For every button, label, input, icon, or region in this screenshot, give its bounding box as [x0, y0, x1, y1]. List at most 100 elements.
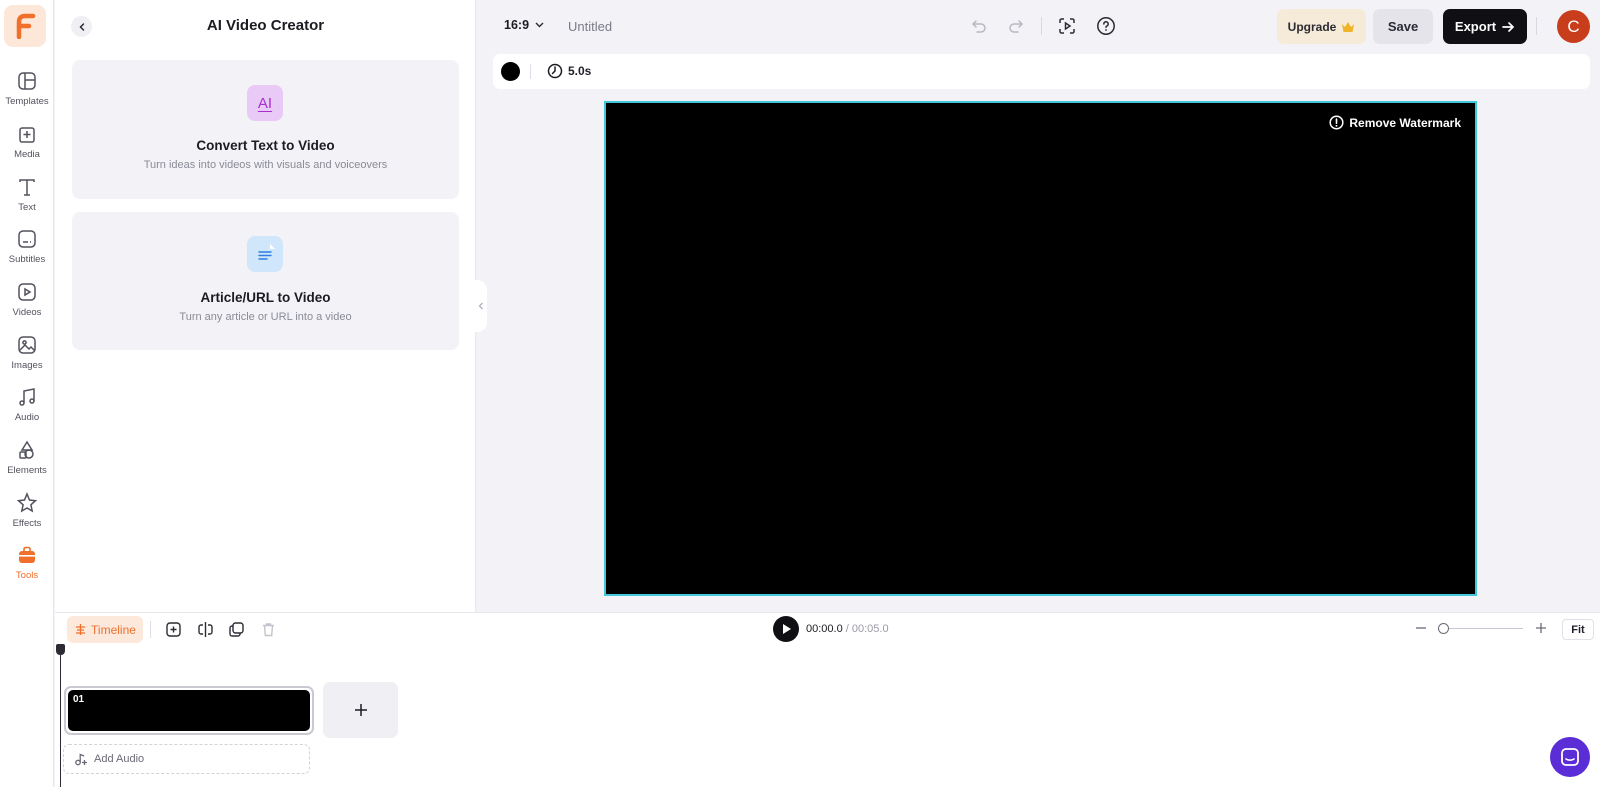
rail-item-label: Media	[14, 149, 40, 160]
convert-text-to-video-card[interactable]: AI Convert Text to Video Turn ideas into…	[72, 60, 459, 199]
scene-clip[interactable]: 01	[64, 686, 314, 735]
play-button[interactable]	[773, 616, 799, 642]
rail-item-elements[interactable]: Elements	[0, 436, 54, 482]
rail-item-label: Images	[11, 360, 43, 371]
shapes-icon	[16, 439, 38, 461]
add-audio-button[interactable]: Add Audio	[63, 744, 310, 774]
clock-icon	[547, 63, 563, 79]
playhead-handle[interactable]	[56, 644, 65, 655]
user-avatar[interactable]: C	[1557, 10, 1590, 43]
duration-value: 5.0s	[568, 64, 592, 78]
subtitles-icon	[16, 228, 38, 250]
background-color-swatch[interactable]	[501, 62, 520, 81]
crown-icon	[1342, 21, 1355, 32]
aspect-ratio-value: 16:9	[504, 18, 530, 32]
add-audio-label: Add Audio	[94, 753, 145, 765]
add-scene-tool-button[interactable]	[163, 619, 183, 639]
plus-icon	[354, 704, 367, 716]
timeline-divider	[150, 621, 151, 638]
card-title: Convert Text to Video	[196, 138, 335, 153]
delete-button[interactable]	[258, 619, 278, 639]
chevron-down-icon	[535, 22, 544, 28]
plus-icon	[1536, 623, 1546, 633]
preview-play-icon	[1059, 18, 1075, 34]
duplicate-button[interactable]	[226, 619, 246, 639]
export-button[interactable]: Export	[1443, 9, 1527, 44]
rail-item-label: Effects	[12, 518, 42, 529]
add-scene-button[interactable]	[323, 682, 398, 738]
chevron-left-icon	[478, 302, 483, 310]
zoom-in-button[interactable]	[1533, 620, 1549, 636]
media-plus-icon	[16, 123, 38, 145]
info-alert-icon	[1329, 115, 1344, 130]
play-icon	[782, 624, 791, 634]
document-icon	[247, 236, 283, 272]
rail-item-media[interactable]: Media	[0, 120, 54, 166]
chat-support-button[interactable]	[1550, 737, 1590, 777]
collapse-panel-tab[interactable]	[474, 280, 487, 332]
arrow-right-icon	[1502, 21, 1515, 32]
rail-item-audio[interactable]: Audio	[0, 383, 54, 429]
music-note-icon	[16, 386, 38, 408]
article-url-to-video-card[interactable]: Article/URL to Video Turn any article or…	[72, 212, 459, 350]
zoom-out-button[interactable]	[1413, 620, 1429, 636]
ai-badge-icon: AI	[247, 85, 283, 121]
aspect-ratio-select[interactable]: 16:9	[504, 18, 544, 32]
panel-title: AI Video Creator	[206, 17, 325, 34]
rail-item-label: Subtitles	[8, 254, 46, 265]
clip-thumbnail: 01	[68, 690, 310, 731]
image-icon	[16, 334, 38, 356]
save-button[interactable]: Save	[1373, 9, 1433, 44]
minus-icon	[1416, 627, 1426, 629]
brand-f-logo-icon[interactable]	[4, 5, 46, 47]
split-icon	[197, 621, 213, 637]
rail-item-subtitles[interactable]: Subtitles	[0, 225, 54, 271]
export-label: Export	[1454, 19, 1497, 34]
rail-item-images[interactable]: Images	[0, 331, 54, 377]
scene-duration[interactable]: 5.0s	[547, 63, 591, 79]
upgrade-button[interactable]: Upgrade	[1277, 9, 1366, 44]
left-rail: Templates Media Text Subtitles Videos Im…	[0, 0, 54, 787]
music-add-icon	[75, 753, 87, 766]
redo-button[interactable]	[1005, 15, 1027, 37]
total-time: / 00:05.0	[842, 623, 889, 635]
rail-item-text[interactable]: Text	[0, 173, 54, 219]
card-subtitle: Turn ideas into videos with visuals and …	[143, 159, 388, 171]
rail-item-label: Templates	[5, 96, 49, 107]
templates-icon	[16, 70, 38, 92]
zoom-slider-handle[interactable]	[1438, 623, 1449, 634]
help-circle-icon	[1097, 17, 1115, 35]
current-time: 00:00.0	[806, 623, 843, 635]
timeline-icon	[76, 624, 86, 635]
chat-icon	[1561, 748, 1579, 766]
rail-item-label: Tools	[15, 570, 39, 581]
remove-watermark-button[interactable]: Remove Watermark	[1329, 115, 1461, 130]
help-button[interactable]	[1095, 15, 1117, 37]
split-button[interactable]	[195, 619, 215, 639]
rail-item-label: Elements	[7, 465, 47, 476]
document-title[interactable]: Untitled	[568, 19, 612, 34]
playhead-line	[60, 650, 61, 787]
trash-icon	[262, 622, 274, 636]
undo-button[interactable]	[968, 15, 990, 37]
rail-item-effects[interactable]: Effects	[0, 489, 54, 535]
zoom-slider-track[interactable]	[1443, 628, 1523, 629]
redo-icon	[1009, 20, 1024, 33]
toolbar-divider	[1041, 17, 1042, 35]
ai-badge-text: AI	[257, 94, 273, 112]
preview-button[interactable]	[1056, 15, 1078, 37]
video-canvas[interactable]: Remove Watermark	[604, 101, 1477, 596]
rail-item-videos[interactable]: Videos	[0, 278, 54, 324]
card-subtitle: Turn any article or URL into a video	[179, 311, 352, 323]
fit-button[interactable]: Fit	[1562, 619, 1594, 640]
toolbox-icon	[16, 544, 38, 566]
remove-watermark-label: Remove Watermark	[1349, 115, 1461, 130]
props-divider	[530, 64, 531, 79]
clip-number: 01	[73, 694, 85, 705]
rail-item-templates[interactable]: Templates	[0, 67, 54, 113]
tab-timeline[interactable]: Timeline	[67, 616, 143, 643]
rail-item-tools[interactable]: Tools	[0, 541, 54, 587]
tab-timeline-label: Timeline	[91, 622, 136, 637]
card-title: Article/URL to Video	[200, 290, 331, 305]
rail-item-label: Videos	[12, 307, 42, 318]
